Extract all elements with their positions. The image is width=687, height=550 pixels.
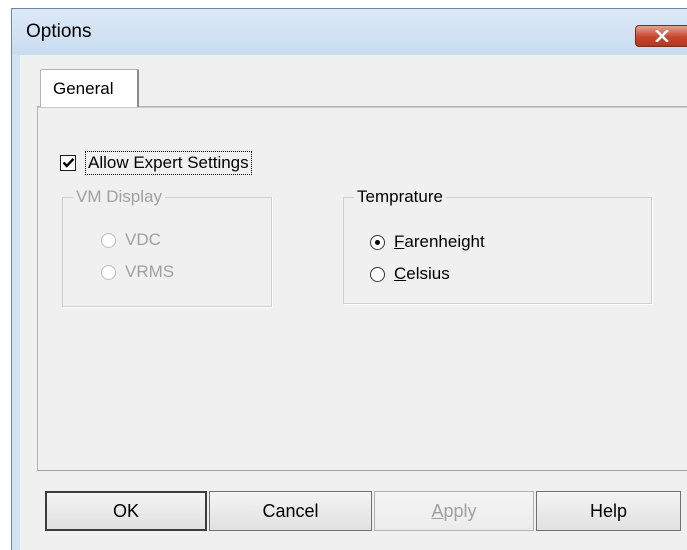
radio-farenheight-label: Farenheight (394, 232, 485, 251)
vm-display-legend: VM Display (73, 186, 165, 208)
radio-vrms-button[interactable] (101, 265, 116, 280)
close-button[interactable] (635, 25, 687, 47)
checkmark-icon (62, 157, 75, 168)
allow-expert-settings-label[interactable]: Allow Expert Settings (85, 151, 252, 175)
radio-vdc-label: VDC (125, 230, 161, 249)
panel-border-left (37, 106, 38, 471)
tab-general[interactable]: General (40, 69, 139, 107)
radio-selected-dot-icon (375, 240, 380, 245)
cancel-button[interactable]: Cancel (209, 491, 372, 531)
dialog-client-area: General Allow Expert Settings VM Display… (20, 55, 687, 550)
apply-mnemonic: A (431, 500, 444, 521)
vm-display-group: VM Display VDC VRMS (62, 186, 272, 307)
temperature-legend: Temprature (354, 186, 446, 208)
panel-border-bottom (37, 470, 687, 471)
help-button-label: Help (589, 500, 628, 521)
ok-button-label: OK (112, 500, 139, 521)
options-dialog: Options General Allow Expert Settings VM (11, 8, 687, 550)
title-bar[interactable]: Options (12, 9, 687, 55)
radio-farenheight-button[interactable] (370, 235, 385, 250)
apply-button[interactable]: Apply (374, 491, 534, 531)
ok-button[interactable]: OK (45, 491, 207, 531)
allow-expert-settings-checkbox[interactable] (60, 155, 76, 171)
radio-celsius-button[interactable] (370, 267, 385, 282)
radio-celsius-label: Celsius (394, 264, 450, 283)
dialog-title: Options (26, 21, 92, 42)
close-x-icon (654, 30, 669, 42)
radio-vrms-label: VRMS (125, 262, 175, 281)
temperature-group: Temprature Farenheight Celsius (343, 186, 652, 304)
radio-vdc-button[interactable] (101, 233, 116, 248)
celsius-mnemonic: C (394, 264, 407, 283)
help-button[interactable]: Help (536, 491, 681, 531)
cancel-button-label: Cancel (262, 500, 319, 521)
farenheight-mnemonic: F (394, 232, 405, 251)
apply-button-label: Apply (431, 500, 477, 521)
tab-general-label: General (53, 79, 114, 98)
